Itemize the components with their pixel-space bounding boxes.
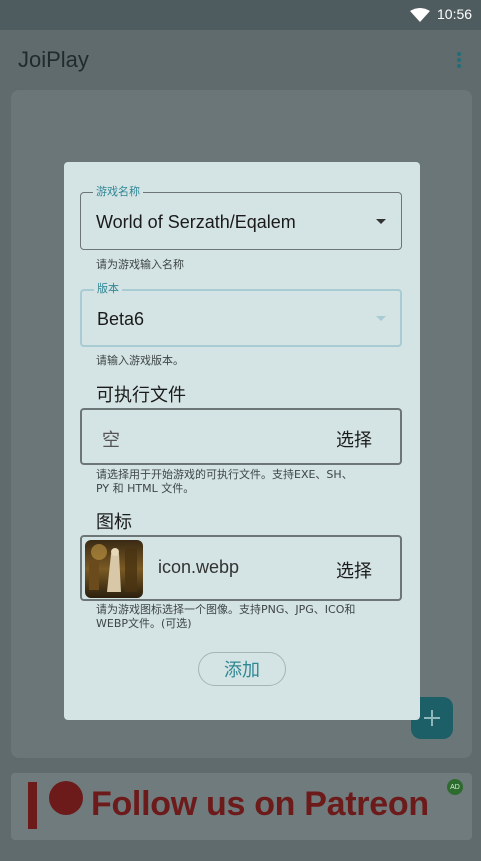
add-game-dialog: 游戏名称 World of Serzath/Eqalem 请为游戏输入名称 版本…: [64, 162, 420, 720]
choose-icon-button[interactable]: 选择: [336, 557, 372, 583]
banner-text: Follow us on Patreon: [91, 785, 429, 823]
plus-icon: [424, 710, 440, 726]
game-name-helper: 请为游戏输入名称: [96, 258, 184, 271]
app-title: JoiPlay: [18, 47, 89, 72]
executable-title: 可执行文件: [96, 385, 186, 406]
executable-picker[interactable]: 空 选择: [80, 408, 402, 465]
version-helper: 请输入游戏版本。: [96, 354, 184, 367]
more-vert-icon[interactable]: [454, 50, 464, 70]
game-name-dropdown[interactable]: 游戏名称 World of Serzath/Eqalem: [80, 185, 402, 250]
patreon-logo-icon: [28, 782, 37, 829]
version-label: 版本: [94, 282, 122, 296]
status-bar: 10:56: [0, 0, 481, 30]
status-time: 10:56: [437, 6, 473, 22]
game-name-label: 游戏名称: [93, 185, 143, 199]
wifi-icon: [410, 8, 430, 22]
version-dropdown[interactable]: 版本 Beta6: [80, 282, 402, 347]
chevron-down-icon[interactable]: [376, 219, 386, 224]
ad-badge: AD: [447, 779, 463, 795]
patreon-banner[interactable]: Follow us on Patreon AD: [11, 773, 472, 840]
executable-helper-line2: PY 和 HTML 文件。: [96, 482, 195, 495]
executable-value: 空: [102, 430, 120, 450]
choose-executable-button[interactable]: 选择: [336, 426, 372, 452]
executable-helper-line1: 请选择用于开始游戏的可执行文件。支持EXE、SH、: [96, 468, 353, 481]
chevron-down-icon[interactable]: [376, 316, 386, 321]
add-button[interactable]: 添加: [198, 652, 286, 686]
icon-thumbnail: [85, 540, 143, 598]
version-value: Beta6: [97, 309, 145, 329]
icon-helper-line1: 请为游戏图标选择一个图像。支持PNG、JPG、ICO和: [96, 603, 356, 616]
patreon-logo-circle: [49, 781, 83, 815]
icon-helper-line2: WEBP文件。(可选): [96, 617, 192, 630]
icon-filename: icon.webp: [158, 557, 240, 577]
game-name-value: World of Serzath/Eqalem: [96, 212, 296, 232]
icon-picker[interactable]: icon.webp 选择: [80, 535, 402, 601]
icon-title: 图标: [96, 512, 132, 533]
